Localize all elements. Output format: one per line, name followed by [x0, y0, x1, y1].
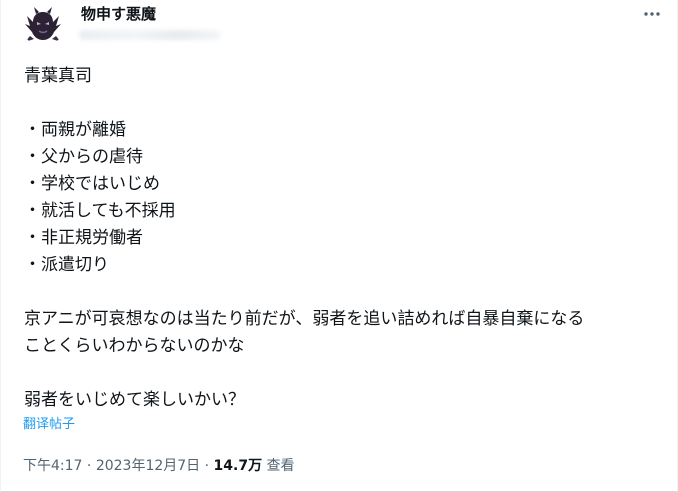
author-name[interactable]: 物申す悪魔	[81, 4, 156, 24]
tweet-text: 青葉真司・両親が離婚 ・父からの虐待 ・学校ではいじめ ・就活しても不採用 ・非正規労働…	[24, 63, 664, 414]
meta-separator: ·	[204, 458, 214, 474]
tweet-detail: 物申す悪魔 青葉真司・両親が離婚 ・父からの虐待 ・学校ではいじめ ・就活しても不採用…	[0, 0, 678, 492]
meta-separator: ·	[86, 458, 96, 474]
tweet-text-line: 弱者をいじめて楽しいかい？	[24, 390, 245, 410]
tweet-text-line: ・両親が離婚	[24, 120, 126, 140]
more-horizontal-icon	[644, 12, 660, 16]
tweet-time[interactable]: 下午4:17	[23, 458, 82, 474]
tweet-text-line: 青葉真司	[24, 66, 92, 86]
tweet-text-line: ・父からの虐待	[24, 147, 143, 167]
tweet-text-line: 京アニが可哀想なのは当たり前だが、弱者を追い詰めれば自暴自棄になる	[24, 309, 585, 329]
tweet-text-line: ことくらいわからないのかな	[24, 336, 245, 356]
more-options-button[interactable]	[637, 2, 667, 26]
views-label: 查看	[266, 458, 295, 474]
tweet-meta: 下午4:17 · 2023年12月7日 · 14.7万 查看	[23, 456, 295, 476]
blurred-handle	[79, 30, 221, 40]
tweet-date[interactable]: 2023年12月7日	[96, 458, 200, 474]
tweet-text-line: ・非正規労働者	[24, 228, 143, 248]
demon-avatar-icon[interactable]	[21, 2, 65, 46]
tweet-text-line: ・就活しても不採用	[24, 201, 176, 221]
translate-post-link[interactable]: 翻译帖子	[23, 416, 75, 434]
views-count: 14.7万	[213, 458, 263, 474]
tweet-text-line: ・学校ではいじめ	[24, 174, 160, 194]
tweet-text-line: ・派遣切り	[24, 255, 109, 275]
